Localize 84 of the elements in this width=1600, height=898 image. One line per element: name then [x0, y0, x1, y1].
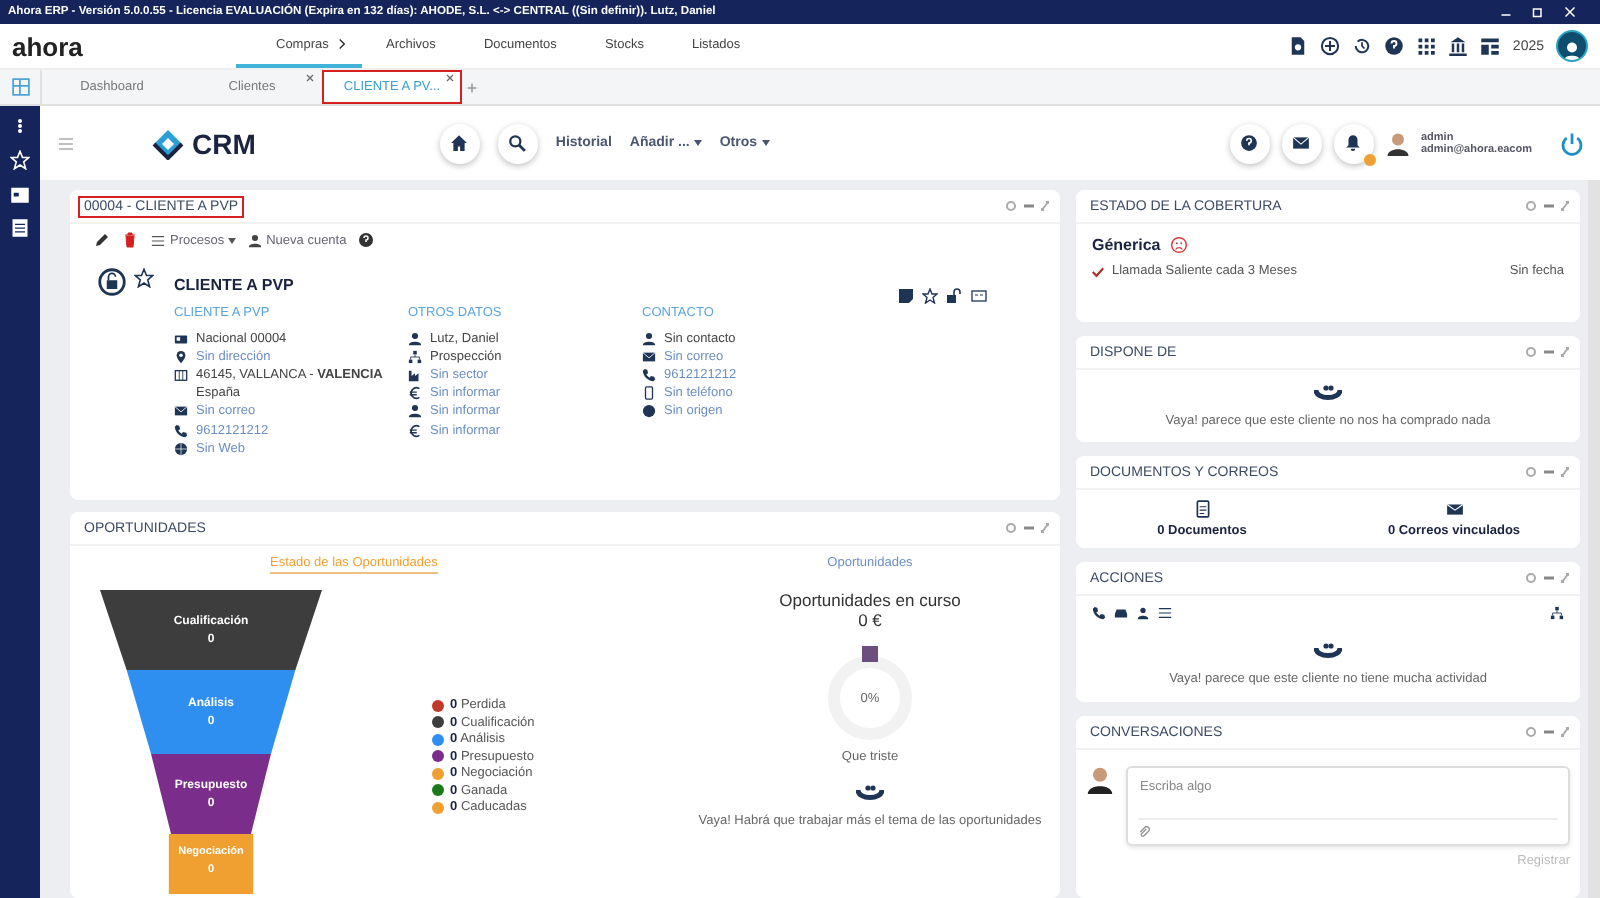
coverage-type: Génerica [1092, 236, 1161, 254]
envelope-icon [174, 404, 188, 419]
legend-square [862, 646, 878, 662]
power-icon[interactable] [1560, 131, 1584, 155]
crm-logo: CRM [192, 127, 256, 159]
in-progress-label: Oportunidades en curso [779, 590, 961, 610]
help-button[interactable] [1229, 123, 1269, 163]
list-icon [150, 233, 166, 247]
home-icon [450, 134, 469, 152]
document-icon [1193, 500, 1211, 518]
more-vertical-icon[interactable] [12, 116, 28, 136]
id-card-icon[interactable] [970, 288, 988, 304]
sad-face-icon [1170, 236, 1189, 254]
help-icon [1240, 134, 1258, 152]
person-icon [248, 233, 263, 247]
euro-icon [408, 423, 422, 438]
smile-icon [1314, 384, 1342, 406]
note-icon[interactable] [898, 288, 914, 304]
history-icon[interactable] [1352, 36, 1373, 56]
add-circle-icon[interactable] [1320, 36, 1341, 56]
envelope-icon [1292, 134, 1310, 152]
layout-icon[interactable] [1480, 36, 1501, 56]
map-pin-icon [174, 349, 188, 364]
id-card-icon [174, 331, 188, 346]
map-icon [174, 368, 188, 383]
document-search-icon[interactable] [1288, 36, 1309, 56]
help-icon[interactable] [358, 232, 375, 248]
help-icon[interactable] [1384, 36, 1405, 56]
restore-icon[interactable] [1532, 6, 1544, 18]
smile-icon [855, 784, 884, 806]
envelope-icon [642, 349, 656, 364]
phone-icon [174, 423, 188, 438]
card-tools-icon[interactable] [1526, 572, 1570, 584]
card-tools-icon[interactable] [1526, 346, 1570, 358]
user-avatar-icon [1385, 131, 1409, 155]
circle-icon [642, 404, 656, 419]
trash-icon[interactable] [122, 232, 138, 248]
client-name: CLIENTE A PVP [174, 276, 296, 294]
factory-icon [408, 368, 422, 383]
search-button[interactable] [497, 123, 538, 163]
user-avatar[interactable] [1556, 30, 1588, 62]
search-icon [508, 134, 527, 152]
notifications-button[interactable] [1333, 123, 1373, 163]
person-icon [408, 331, 422, 346]
paperclip-icon[interactable] [1138, 826, 1150, 838]
pencil-icon[interactable] [94, 232, 110, 248]
unlock-icon[interactable] [946, 288, 962, 304]
donut-ring [826, 654, 914, 742]
caret-icon [693, 140, 702, 146]
user-avatar-icon [1086, 766, 1114, 794]
crm-logo-icon [152, 127, 184, 159]
star-icon[interactable] [134, 268, 154, 288]
list-icon[interactable] [10, 218, 30, 238]
card-tools-icon[interactable] [1006, 522, 1050, 534]
dashboard-grid-icon[interactable] [11, 78, 29, 96]
mobile-phone-icon [642, 386, 656, 401]
home-button[interactable] [439, 123, 480, 163]
bell-icon [1344, 134, 1362, 152]
calendar-icon[interactable] [10, 184, 30, 204]
person-icon [408, 404, 422, 419]
mail-button[interactable] [1281, 123, 1321, 163]
card-tools-icon[interactable] [1006, 200, 1050, 212]
building-icon[interactable] [1448, 36, 1469, 56]
apps-grid-icon[interactable] [1416, 36, 1437, 56]
chevron-right-icon [336, 38, 349, 50]
app-logo: ahora [12, 31, 83, 61]
lock-circle-icon[interactable] [98, 268, 126, 296]
person-icon [642, 331, 656, 346]
euro-icon [408, 386, 422, 401]
star-icon[interactable] [922, 288, 938, 304]
hierarchy-icon [408, 349, 422, 364]
caret-icon [228, 237, 237, 243]
list-icon[interactable] [1158, 606, 1172, 620]
globe-icon [174, 441, 188, 456]
card-tools-icon[interactable] [1526, 200, 1570, 212]
caret-icon [761, 140, 770, 146]
smile-icon [1314, 642, 1342, 664]
card-tools-icon[interactable] [1526, 466, 1570, 478]
phone-icon [642, 368, 656, 383]
hierarchy-icon[interactable] [1550, 606, 1564, 620]
phone-icon[interactable] [1092, 606, 1106, 620]
in-progress-amount: 0 € [858, 610, 882, 630]
envelope-icon [1445, 500, 1463, 518]
card-tools-icon[interactable] [1526, 726, 1570, 738]
